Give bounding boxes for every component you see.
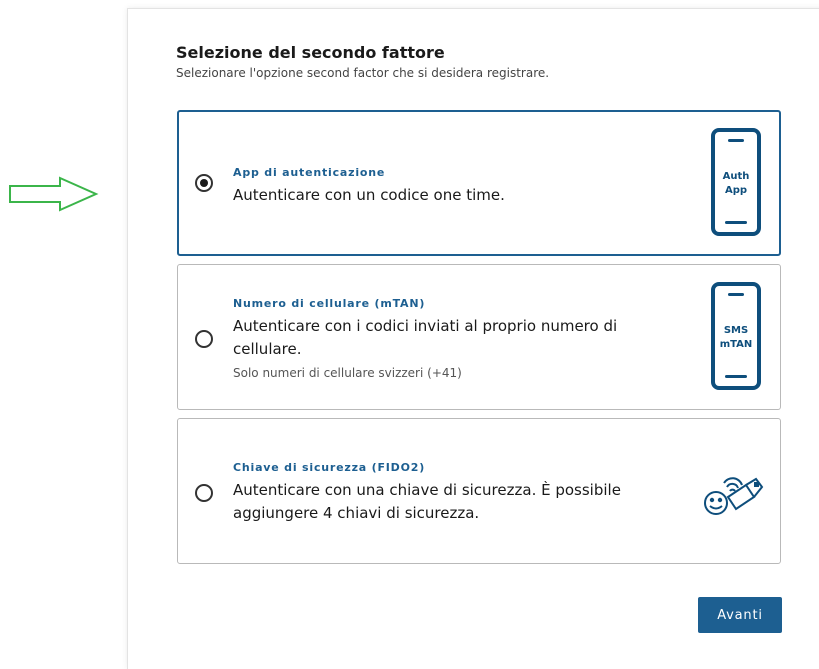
option-note: Solo numeri di cellulare svizzeri (+41)	[233, 366, 462, 380]
page-title: Selezione del secondo fattore	[176, 43, 445, 62]
option-fido2[interactable]: Chiave di sicurezza (FIDO2) Autenticare …	[177, 418, 781, 564]
security-key-icon	[704, 477, 764, 515]
phone-icon-text: Auth	[722, 171, 750, 182]
phone-icon-text: App	[724, 185, 748, 196]
page-subtitle: Selezionare l'opzione second factor che …	[176, 66, 550, 80]
option-description: Autenticare con i codici inviati al prop…	[233, 317, 618, 358]
option-description: Autenticare con una chiave di sicurezza.…	[233, 481, 621, 522]
option-mtan[interactable]: Numero di cellulare (mTAN) Autenticare c…	[177, 264, 781, 410]
phone-icon-text: SMS	[723, 325, 749, 336]
radio-fido2[interactable]	[195, 484, 213, 502]
option-description: Autenticare con un codice one time.	[233, 186, 505, 204]
option-label: App di autenticazione	[233, 166, 386, 179]
option-auth-app[interactable]: App di autenticazione Autenticare con un…	[177, 110, 781, 256]
option-label: Numero di cellulare (mTAN)	[233, 297, 426, 310]
radio-auth-app[interactable]	[195, 174, 213, 192]
sms-phone-icon: SMS mTAN	[711, 282, 761, 390]
radio-mtan[interactable]	[195, 330, 213, 348]
phone-icon-text: mTAN	[719, 339, 753, 350]
arrow-pointer-icon	[9, 176, 99, 212]
option-label: Chiave di sicurezza (FIDO2)	[233, 461, 426, 474]
next-button[interactable]: Avanti	[698, 597, 782, 633]
phone-icon: Auth App	[711, 128, 761, 236]
